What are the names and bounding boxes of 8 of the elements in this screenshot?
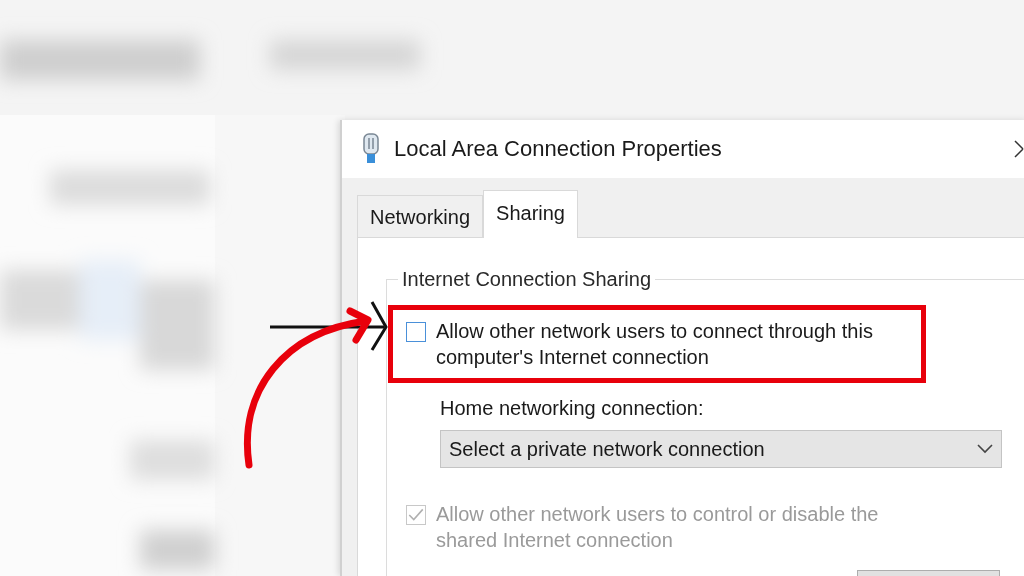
- checkbox-label: Allow other network users to connect through this computer's Internet connection: [436, 319, 873, 370]
- tab[interactable]: Sharing: [483, 190, 578, 238]
- tab[interactable]: Networking: [357, 195, 484, 237]
- group-title: Internet Connection Sharing: [401, 268, 653, 291]
- window-title: Local Area Connection Properties: [394, 136, 723, 162]
- field-label: Home networking connection:: [440, 397, 705, 420]
- dropdown[interactable]: Select a private network connection: [440, 430, 1002, 468]
- checkbox-label: Allow other network users to control or disable the shared Internet connection: [436, 502, 879, 553]
